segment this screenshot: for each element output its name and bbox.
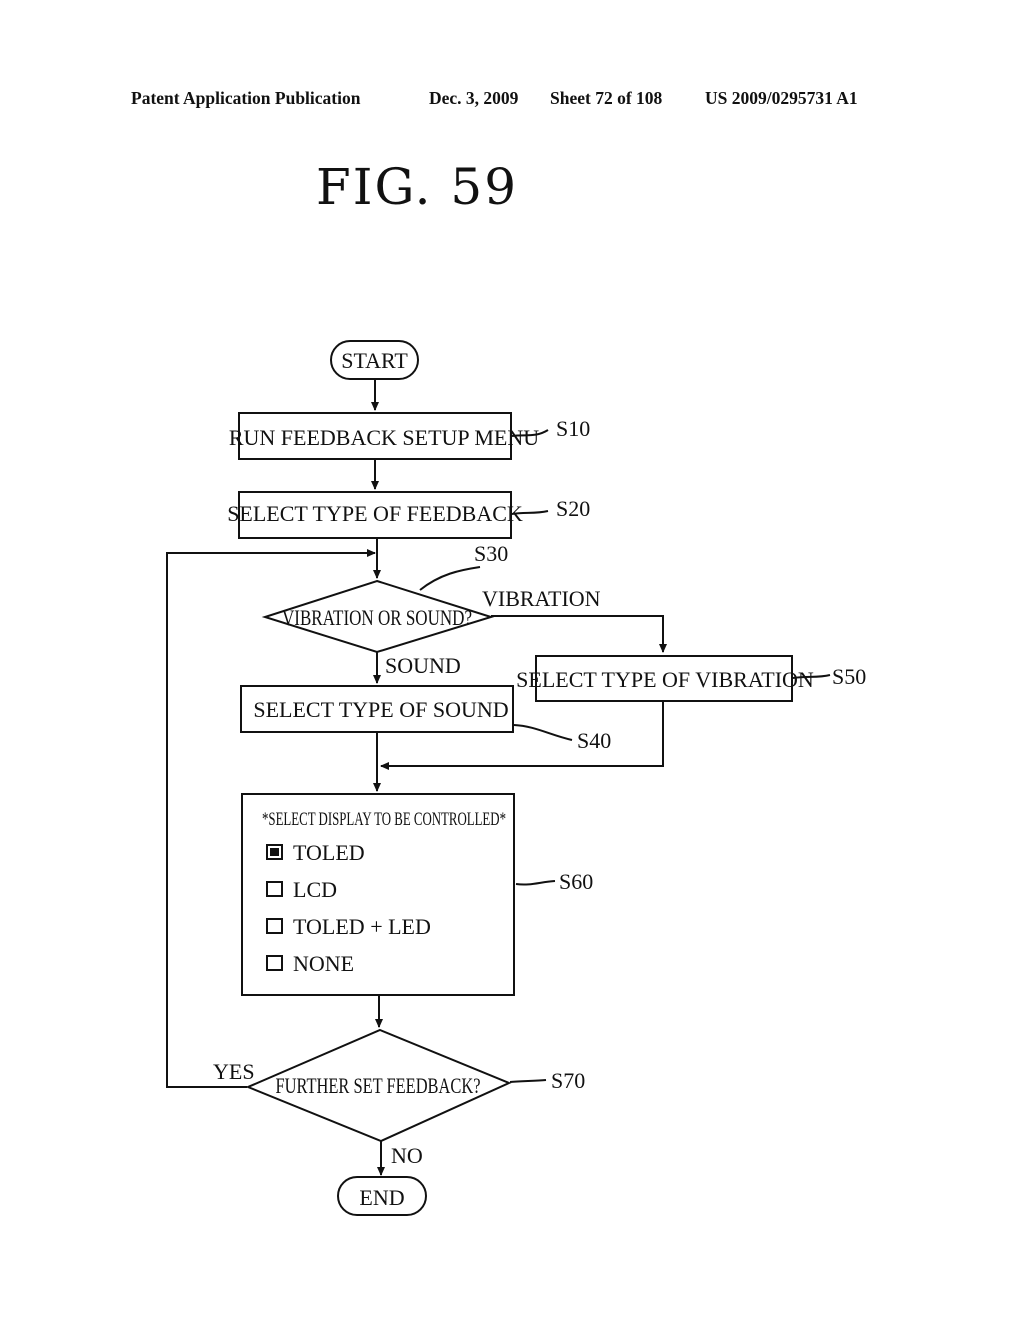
end-label: END [359,1185,404,1210]
end-terminal: END [337,1176,427,1216]
ref-s70: S70 [551,1068,585,1093]
display-option-label: LCD [293,877,337,902]
branch-label-sound: SOUND [385,653,461,678]
branch-label-yes: YES [213,1059,255,1084]
ref-s10: S10 [556,416,590,441]
decision-s70-label: FURTHER SET FEEDBACK? [276,1073,481,1098]
ref-leader-s70 [509,1079,547,1083]
branch-label-vibration: VIBRATION [482,586,601,611]
connector-s30-s50 [491,615,667,653]
step-s20-box: SELECT TYPE OF FEEDBACK [227,491,523,539]
step-s20-label: SELECT TYPE OF FEEDBACK [227,501,523,526]
display-option-label: NONE [293,951,354,976]
start-terminal: START [330,340,419,380]
step-s40-box: SELECT TYPE OF SOUND [240,685,514,733]
ref-leader-s60 [515,880,556,886]
step-s10-box: RUN FEEDBACK SETUP MENU [229,412,539,460]
flowchart: START RUN FEEDBACK SETUP MENU S10 SELECT… [166,340,866,1216]
display-select-heading: *SELECT DISPLAY TO BE CONTROLLED* [262,809,506,830]
ref-s40: S40 [577,728,611,753]
step-s60-box: *SELECT DISPLAY TO BE CONTROLLED* TOLED L… [241,793,515,996]
decision-s70: FURTHER SET FEEDBACK? [245,1028,512,1143]
step-s50-label: SELECT TYPE OF VIBRATION [516,667,814,692]
checkbox-icon[interactable] [266,955,283,971]
ref-leader-s40 [513,724,573,741]
step-s10-label: RUN FEEDBACK SETUP MENU [229,425,539,450]
ref-s50: S50 [832,664,866,689]
start-label: START [341,348,408,373]
ref-leader-s30 [419,566,481,591]
decision-s30: VIBRATION OR SOUND? [261,579,495,654]
step-s50-box: SELECT TYPE OF VIBRATION [516,655,814,702]
display-option-label: TOLED [293,840,365,865]
branch-label-no: NO [391,1143,423,1168]
display-option-label: TOLED + LED [293,914,431,939]
decision-s30-label: VIBRATION OR SOUND? [282,605,472,630]
step-s40-label: SELECT TYPE OF SOUND [253,697,508,722]
ref-s20: S20 [556,496,590,521]
checkbox-icon[interactable] [266,881,283,897]
ref-s60: S60 [559,869,593,894]
checkbox-icon[interactable] [266,918,283,934]
ref-s30: S30 [474,541,508,566]
checkbox-fill [270,848,279,856]
